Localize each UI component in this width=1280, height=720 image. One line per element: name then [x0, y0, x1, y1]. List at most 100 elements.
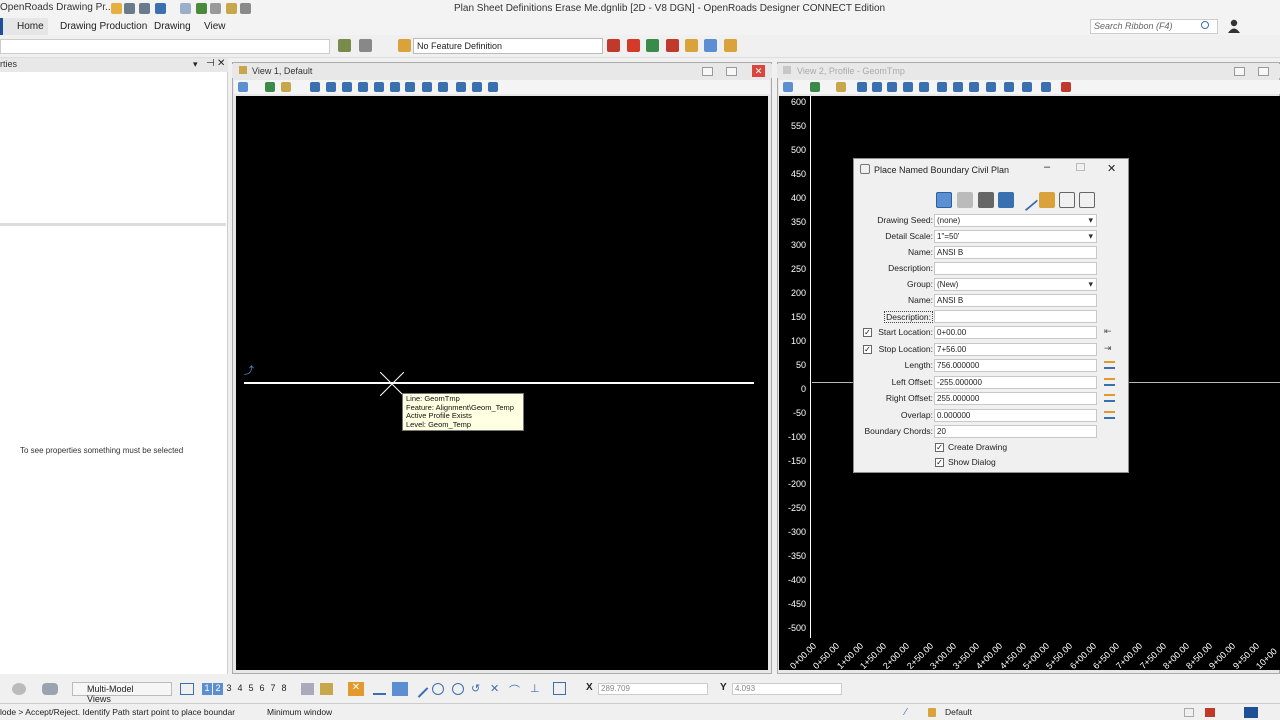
- boundary-method-civil-plan-icon[interactable]: [936, 192, 952, 208]
- sync-icon[interactable]: [1205, 708, 1215, 717]
- active-level[interactable]: Default: [945, 707, 972, 717]
- view-2-tool-icon[interactable]: [1041, 82, 1051, 92]
- magnifier-icon[interactable]: [1201, 21, 1209, 29]
- view-2-tool-icon[interactable]: [836, 82, 846, 92]
- rectangle-icon[interactable]: [1059, 192, 1075, 208]
- group-description-input[interactable]: [934, 310, 1097, 323]
- name-input[interactable]: ANSI B: [934, 246, 1097, 259]
- view-6-toggle-button[interactable]: 6: [257, 683, 267, 695]
- line-icon[interactable]: [1015, 188, 1039, 212]
- snap-off-icon[interactable]: ✕: [348, 682, 364, 696]
- drawing-seed-select[interactable]: (none): [934, 214, 1097, 227]
- view-2-tool-icon[interactable]: [986, 82, 996, 92]
- view-4-toggle-button[interactable]: 4: [235, 683, 245, 695]
- pencil-icon[interactable]: [685, 39, 698, 52]
- bisector-snap-icon[interactable]: ⊥: [530, 682, 540, 695]
- start-location-input[interactable]: 0+00.00: [934, 326, 1097, 339]
- view-2-tool-icon[interactable]: [937, 82, 947, 92]
- group-select[interactable]: (New): [934, 278, 1097, 291]
- view-2-toggle-button[interactable]: 2: [213, 683, 223, 695]
- view-2-tool-icon[interactable]: [783, 82, 793, 92]
- save-icon[interactable]: [124, 3, 135, 14]
- dialog-minimize-button[interactable]: –: [1044, 161, 1050, 173]
- view-2-tool-icon[interactable]: [1061, 82, 1071, 92]
- dialog-close-button[interactable]: ✕: [1107, 162, 1116, 175]
- boundary-method-icon[interactable]: [957, 192, 973, 208]
- x-coordinate-field[interactable]: 289.709: [598, 683, 708, 695]
- view-1-minimize-button[interactable]: [702, 67, 713, 76]
- display-style-icon[interactable]: [265, 82, 275, 92]
- view-2-tool-icon[interactable]: [919, 82, 929, 92]
- bentley-icon[interactable]: [1244, 707, 1258, 718]
- origin-snap-icon[interactable]: [452, 683, 464, 695]
- view-1-close-button[interactable]: ✕: [752, 65, 765, 77]
- redo-icon[interactable]: [180, 3, 191, 14]
- open-icon[interactable]: [111, 3, 122, 14]
- tab-home-label[interactable]: Home: [17, 21, 44, 32]
- civil-tool-icon[interactable]: [607, 39, 620, 52]
- text-icon[interactable]: [666, 39, 679, 52]
- sheet-icon[interactable]: [1184, 708, 1194, 717]
- print-icon[interactable]: [210, 3, 221, 14]
- navigation-icon[interactable]: [12, 683, 26, 695]
- group-name-input[interactable]: ANSI B: [934, 294, 1097, 307]
- stop-locate-icon[interactable]: ⇥: [1104, 343, 1112, 354]
- view-2-tool-icon[interactable]: [1022, 82, 1032, 92]
- lock-value-icon[interactable]: [1104, 394, 1115, 402]
- view-2-maximize-button[interactable]: [1258, 67, 1269, 76]
- tab-drawing-production[interactable]: Drawing Production: [60, 21, 147, 32]
- y-coordinate-field[interactable]: 4.093: [732, 683, 842, 695]
- app-tab[interactable]: OpenRoads Drawing Pr...: [0, 2, 113, 13]
- lock-value-icon[interactable]: [1104, 411, 1115, 419]
- snap-icon[interactable]: [704, 39, 717, 52]
- pencil-icon[interactable]: [1039, 192, 1055, 208]
- filter-icon[interactable]: [359, 39, 372, 52]
- view-2-tool-icon[interactable]: [1004, 82, 1014, 92]
- view-1-maximize-button[interactable]: [726, 67, 737, 76]
- view-3-toggle-button[interactable]: 3: [224, 683, 234, 695]
- geometry-icon[interactable]: [646, 39, 659, 52]
- camera-icon[interactable]: [488, 82, 498, 92]
- undo-icon[interactable]: [155, 3, 166, 14]
- view-2-tool-icon[interactable]: [903, 82, 913, 92]
- pin-icon[interactable]: [196, 3, 207, 14]
- view-2-tool-icon[interactable]: [872, 82, 882, 92]
- user-icon[interactable]: [1228, 19, 1240, 33]
- view-2-tool-icon[interactable]: [857, 82, 867, 92]
- boundary-chords-input[interactable]: 20: [934, 425, 1097, 438]
- zoom-in-icon[interactable]: [326, 82, 336, 92]
- length-input[interactable]: 756.000000: [934, 359, 1097, 372]
- element-selection-icon[interactable]: [338, 39, 351, 52]
- midpoint-snap-icon[interactable]: ⌒: [509, 682, 520, 698]
- view-2-tool-icon[interactable]: [887, 82, 897, 92]
- alignment-line[interactable]: [244, 382, 754, 384]
- overlap-input[interactable]: 0.000000: [934, 409, 1097, 422]
- view-5-toggle-button[interactable]: 5: [246, 683, 256, 695]
- tangent-snap-icon[interactable]: ↺: [471, 682, 480, 695]
- rotate-view-icon[interactable]: [390, 82, 400, 92]
- view-next-icon[interactable]: [438, 82, 448, 92]
- panel-pin-icon[interactable]: ⊣: [206, 58, 215, 69]
- view-1-toggle-button[interactable]: 1: [202, 683, 212, 695]
- view-8-toggle-button[interactable]: 8: [279, 683, 289, 695]
- window-area-icon[interactable]: [358, 82, 368, 92]
- tab-drawing[interactable]: Drawing: [154, 21, 191, 32]
- settings-icon[interactable]: [281, 82, 291, 92]
- start-location-checkbox[interactable]: ✓: [863, 328, 872, 337]
- fit-view-icon[interactable]: [374, 82, 384, 92]
- attribute-combo[interactable]: [0, 39, 330, 54]
- search-icon[interactable]: [240, 3, 251, 14]
- grid-icon[interactable]: [978, 192, 994, 208]
- right-offset-input[interactable]: 255.000000: [934, 392, 1097, 405]
- zoom-out-icon[interactable]: [342, 82, 352, 92]
- shape-icon[interactable]: [1079, 192, 1095, 208]
- terrain-icon[interactable]: [627, 39, 640, 52]
- left-offset-input[interactable]: -255.000000: [934, 376, 1097, 389]
- search-input[interactable]: Search Ribbon (F4): [1090, 19, 1218, 34]
- center-snap-icon[interactable]: [432, 683, 444, 695]
- view-group-combo[interactable]: Multi-Model Views: [72, 682, 172, 704]
- views-icon[interactable]: [180, 683, 194, 695]
- boundary-method-icon[interactable]: [998, 192, 1014, 208]
- view-2-minimize-button[interactable]: [1234, 67, 1245, 76]
- view-previous-icon[interactable]: [422, 82, 432, 92]
